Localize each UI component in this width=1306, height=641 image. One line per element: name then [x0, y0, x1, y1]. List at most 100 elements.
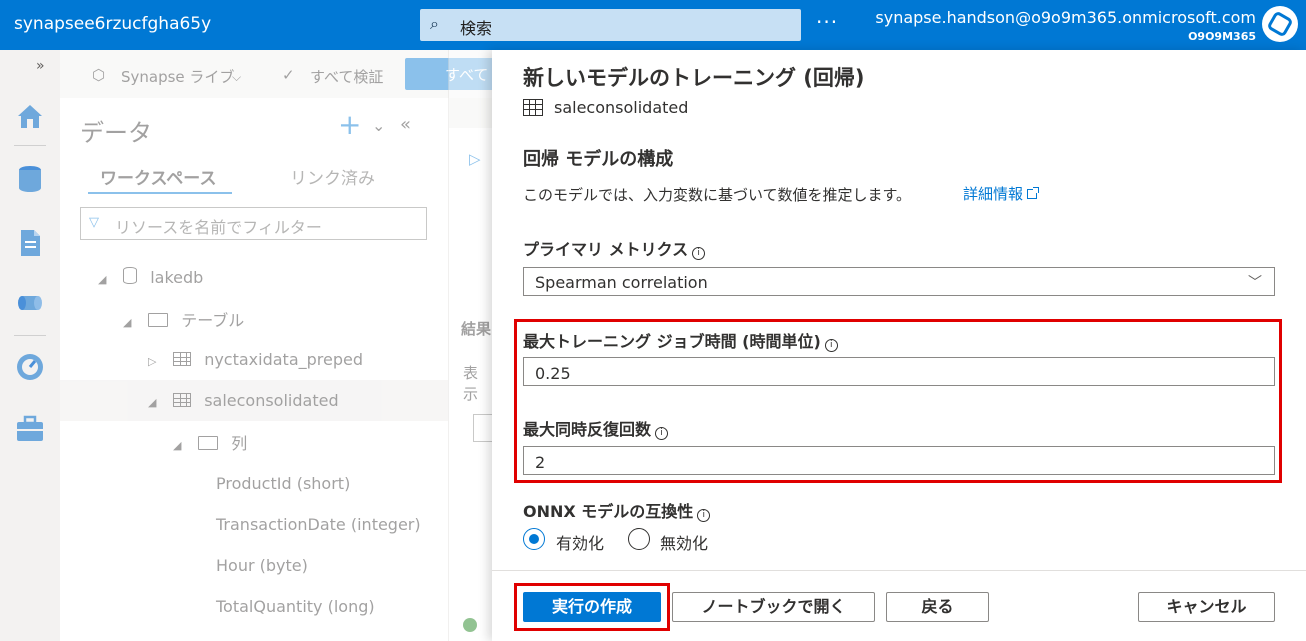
view-label[interactable]: 表示 — [463, 362, 492, 404]
info-icon[interactable]: i — [655, 427, 669, 440]
data-pane: ⬡ Synapse ライブ ⌵ ✓ すべて検証 すべて データ + ⌄ « ワー… — [60, 50, 505, 641]
search-placeholder: 検索 — [460, 19, 493, 38]
synapse-live-menu[interactable]: Synapse ライブ — [121, 66, 234, 87]
synapse-live-chevron-icon: ⌵ — [232, 70, 242, 84]
max-training-time-input[interactable]: 0.25 — [523, 357, 1275, 386]
tree-item-tables[interactable]: ◢ テーブル — [123, 307, 244, 339]
expanded-arrow-icon: ◢ — [123, 316, 132, 329]
collapse-pane-icon[interactable]: « — [400, 114, 411, 135]
workspace-name[interactable]: synapsee6rzucfgha65y — [14, 14, 211, 34]
model-description: このモデルでは、入力変数に基づいて数値を推定します。 — [523, 186, 912, 204]
data-icon[interactable] — [14, 163, 46, 195]
data-pane-title: データ — [80, 119, 152, 147]
run-icon[interactable]: ▷ — [469, 150, 481, 168]
integrate-icon[interactable] — [14, 287, 46, 319]
onnx-disable-label[interactable]: 無効化 — [660, 530, 708, 554]
filter-icon: ▽ — [89, 215, 99, 230]
develop-icon[interactable] — [14, 227, 46, 259]
collapsed-arrow-icon: ▷ — [148, 355, 157, 368]
footer-divider — [492, 570, 1306, 571]
expanded-arrow-icon: ◢ — [148, 396, 157, 409]
tab-linked[interactable]: リンク済み — [290, 164, 375, 189]
tree-item-label: saleconsolidated — [204, 391, 339, 410]
primary-metric-value: Spearman correlation — [535, 273, 708, 292]
column-item[interactable]: Hour (byte) — [216, 556, 308, 575]
tree-item-lakedb[interactable]: ◢ lakedb — [98, 267, 203, 299]
home-icon[interactable] — [14, 100, 46, 132]
info-icon[interactable]: i — [692, 247, 706, 260]
dialog-title: 新しいモデルのトレーニング (回帰) — [523, 66, 865, 90]
column-item[interactable]: TotalQuantity (long) — [216, 597, 375, 616]
details-link-label: 詳細情報 — [963, 185, 1024, 203]
tree-item-label: 列 — [231, 434, 248, 453]
synapse-live-icon: ⬡ — [92, 66, 106, 84]
nav-divider — [14, 335, 46, 336]
search-icon: ⌕ — [430, 14, 439, 33]
editor-pane: ▷ 結果 表示 — [448, 50, 503, 641]
monitor-icon[interactable] — [14, 351, 46, 383]
tree-item-table-saleconsolidated[interactable]: ◢ saleconsolidated — [148, 391, 339, 423]
manage-icon[interactable] — [14, 413, 46, 445]
filter-input[interactable]: ▽ リソースを名前でフィルター — [80, 207, 427, 240]
table-icon — [173, 352, 192, 366]
create-run-button[interactable]: 実行の作成 — [523, 592, 661, 622]
user-email[interactable]: synapse.handson@o9o9m365.onmicrosoft.com — [875, 8, 1256, 27]
primary-metric-label-text: プライマリ メトリクス — [523, 240, 689, 259]
section-title: 回帰 モデルの構成 — [523, 149, 674, 170]
search-input[interactable]: ⌕ 検索 — [420, 9, 801, 41]
add-resource-icon[interactable]: + — [338, 108, 361, 141]
editor-tab-strip — [449, 98, 493, 128]
onnx-enable-radio[interactable] — [523, 528, 545, 550]
column-item[interactable]: ProductId (short) — [216, 474, 350, 493]
more-options-button[interactable]: ··· — [816, 10, 838, 34]
database-icon — [123, 267, 138, 284]
onnx-disable-radio[interactable] — [628, 528, 650, 550]
back-button[interactable]: 戻る — [886, 592, 989, 622]
column-item[interactable]: TransactionDate (integer) — [216, 515, 421, 534]
top-bar: synapsee6rzucfgha65y ⌕ 検索 ··· synapse.ha… — [0, 0, 1306, 50]
nav-divider — [14, 145, 46, 146]
primary-metric-label: プライマリ メトリクス i — [523, 236, 706, 260]
synapse-logo-icon — [1266, 10, 1294, 38]
cancel-button[interactable]: キャンセル — [1138, 592, 1275, 622]
validate-all-button[interactable]: すべて検証 — [310, 66, 383, 87]
user-tenant: O9O9M365 — [1188, 30, 1256, 43]
tab-active-indicator — [88, 192, 232, 194]
train-model-dialog: 新しいモデルのトレーニング (回帰) saleconsolidated 回帰 モ… — [492, 50, 1306, 641]
validate-icon: ✓ — [282, 66, 295, 84]
chevron-down-icon: ﹀ — [1248, 275, 1262, 291]
expand-nav-icon[interactable]: » — [36, 58, 45, 74]
info-icon[interactable]: i — [824, 339, 838, 352]
tree-item-label: nyctaxidata_preped — [204, 350, 364, 369]
expanded-arrow-icon: ◢ — [173, 439, 182, 452]
tree-item-table-nyctaxidata[interactable]: ▷ nyctaxidata_preped — [148, 350, 363, 382]
max-training-label: 最大トレーニング ジョブ時間 (時間単位) i — [523, 328, 838, 352]
onnx-enable-label[interactable]: 有効化 — [556, 530, 604, 554]
max-concurrent-iterations-input[interactable]: 2 — [523, 446, 1275, 475]
filter-placeholder: リソースを名前でフィルター — [115, 218, 322, 237]
table-icon — [173, 393, 192, 407]
tab-workspace[interactable]: ワークスペース — [100, 164, 216, 189]
external-link-icon — [1027, 187, 1040, 199]
table-icon — [523, 99, 543, 116]
max-training-label-text: 最大トレーニング ジョブ時間 (時間単位) — [523, 332, 821, 351]
open-notebook-button[interactable]: ノートブックで開く — [672, 592, 875, 622]
folder-icon — [198, 436, 219, 450]
primary-metric-select[interactable]: Spearman correlation ﹀ — [523, 267, 1275, 296]
expanded-arrow-icon: ◢ — [98, 273, 107, 286]
left-nav: » — [0, 50, 60, 641]
max-concurrent-label-text: 最大同時反復回数 — [523, 420, 652, 439]
chevron-down-icon[interactable]: ⌄ — [372, 116, 385, 135]
tree-item-label: テーブル — [181, 311, 245, 330]
onnx-label-text: ONNX モデルの互換性 — [523, 502, 694, 521]
success-icon — [463, 618, 477, 632]
tree-item-columns[interactable]: ◢ 列 — [173, 430, 247, 462]
onnx-label: ONNX モデルの互換性 i — [523, 498, 711, 522]
workspace-toolbar: ⬡ Synapse ライブ ⌵ ✓ すべて検証 すべて — [60, 50, 505, 98]
info-icon[interactable]: i — [697, 509, 711, 522]
max-concurrent-label: 最大同時反復回数 i — [523, 416, 669, 440]
folder-icon — [148, 313, 169, 327]
results-tab[interactable]: 結果 — [461, 318, 491, 339]
avatar[interactable] — [1262, 6, 1298, 42]
details-link[interactable]: 詳細情報 — [963, 183, 1040, 204]
